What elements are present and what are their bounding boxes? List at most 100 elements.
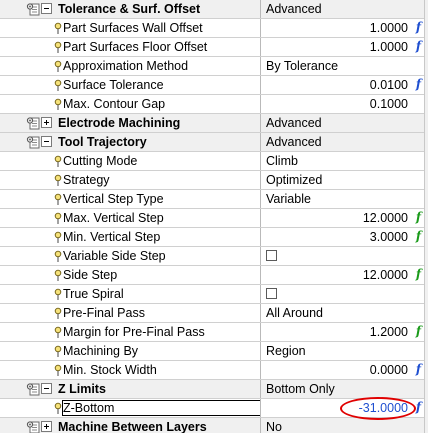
formula-icon[interactable]: f	[416, 324, 421, 339]
param-row-min-stock-width[interactable]: Min. Stock Width 0.0000 f	[0, 361, 428, 380]
pin-icon	[54, 307, 62, 319]
value-number[interactable]: 1.0000	[370, 21, 408, 35]
name-cell: Z Limits	[0, 380, 261, 398]
value-number[interactable]: 12.0000	[363, 268, 408, 282]
pin-icon	[54, 269, 62, 281]
param-row-surface-tolerance[interactable]: Surface Tolerance 0.0100 f	[0, 76, 428, 95]
section-label: Tool Trajectory	[58, 135, 147, 149]
value-text: Advanced	[266, 135, 322, 149]
value-cell[interactable]	[262, 285, 428, 303]
formula-icon[interactable]: f	[416, 20, 421, 35]
value-cell[interactable]: All Around	[262, 304, 428, 322]
collapse-toggle-icon[interactable]	[41, 383, 52, 394]
value-number[interactable]: 0.1000	[370, 97, 408, 111]
name-cell: Tolerance & Surf. Offset	[0, 0, 261, 18]
param-row-true-spiral[interactable]: True Spiral	[0, 285, 428, 304]
value-cell[interactable]: 0.0000 f	[262, 361, 428, 379]
value-cell[interactable]: Advanced	[262, 0, 428, 18]
value-number[interactable]: 12.0000	[363, 211, 408, 225]
checkbox[interactable]	[266, 250, 277, 261]
name-cell: Variable Side Step	[0, 247, 261, 265]
checkbox[interactable]	[266, 288, 277, 299]
value-cell[interactable]	[262, 247, 428, 265]
param-row-max-vertical-step[interactable]: Max. Vertical Step 12.0000 f	[0, 209, 428, 228]
value-cell[interactable]: By Tolerance	[262, 57, 428, 75]
param-row-part-surfaces-wall-offset[interactable]: Part Surfaces Wall Offset 1.0000 f	[0, 19, 428, 38]
formula-icon[interactable]: f	[416, 267, 421, 282]
name-cell: Machine Between Layers	[0, 418, 261, 433]
param-row-vertical-step-type[interactable]: Vertical Step Type Variable	[0, 190, 428, 209]
expand-toggle-icon[interactable]	[41, 117, 52, 128]
param-label: Min. Vertical Step	[63, 230, 161, 244]
param-row-strategy[interactable]: Strategy Optimized	[0, 171, 428, 190]
formula-icon[interactable]: f	[416, 400, 421, 415]
section-row-machine-between-layers[interactable]: Machine Between Layers No	[0, 418, 428, 433]
value-cell[interactable]: 1.2000 f	[262, 323, 428, 341]
name-cell: Min. Vertical Step	[0, 228, 261, 246]
section-settings-icon	[26, 3, 40, 16]
pin-icon	[54, 326, 62, 338]
name-cell: Min. Stock Width	[0, 361, 261, 379]
pin-icon	[54, 79, 62, 91]
param-row-min-vertical-step[interactable]: Min. Vertical Step 3.0000 f	[0, 228, 428, 247]
value-cell[interactable]: Bottom Only	[262, 380, 428, 398]
expand-toggle-icon[interactable]	[41, 421, 52, 432]
formula-icon[interactable]: f	[416, 229, 421, 244]
value-cell[interactable]: 1.0000 f	[262, 38, 428, 56]
value-number[interactable]: 1.2000	[370, 325, 408, 339]
value-number[interactable]: 1.0000	[370, 40, 408, 54]
param-row-cutting-mode[interactable]: Cutting Mode Climb	[0, 152, 428, 171]
pin-icon	[54, 364, 62, 376]
value-text: Climb	[266, 154, 298, 168]
value-number[interactable]: 3.0000	[370, 230, 408, 244]
param-label: Part Surfaces Floor Offset	[63, 40, 208, 54]
formula-icon[interactable]: f	[416, 362, 421, 377]
scrollbar-edge[interactable]	[424, 0, 428, 433]
param-label: Strategy	[63, 173, 110, 187]
param-row-pre-final-pass[interactable]: Pre-Final Pass All Around	[0, 304, 428, 323]
param-row-variable-side-step[interactable]: Variable Side Step	[0, 247, 428, 266]
param-row-approximation-method[interactable]: Approximation Method By Tolerance	[0, 57, 428, 76]
value-cell[interactable]: Variable	[262, 190, 428, 208]
formula-icon[interactable]: f	[416, 39, 421, 54]
param-row-side-step[interactable]: Side Step 12.0000 f	[0, 266, 428, 285]
collapse-toggle-icon[interactable]	[41, 136, 52, 147]
param-label: Max. Vertical Step	[63, 211, 164, 225]
value-number[interactable]: -31.0000	[359, 401, 408, 415]
section-row-tolerance-surf-offset[interactable]: Tolerance & Surf. Offset Advanced	[0, 0, 428, 19]
value-cell[interactable]: 3.0000 f	[262, 228, 428, 246]
value-number[interactable]: 0.0000	[370, 363, 408, 377]
formula-icon[interactable]: f	[416, 77, 421, 92]
param-row-z-bottom[interactable]: Z-Bottom -31.0000 f	[0, 399, 428, 418]
param-row-max-contour-gap[interactable]: Max. Contour Gap 0.1000	[0, 95, 428, 114]
param-row-margin-for-pre-final-pass[interactable]: Margin for Pre-Final Pass 1.2000 f	[0, 323, 428, 342]
value-text: No	[266, 420, 282, 433]
value-number[interactable]: 0.0100	[370, 78, 408, 92]
value-cell[interactable]: 12.0000 f	[262, 266, 428, 284]
value-cell[interactable]: Advanced	[262, 133, 428, 151]
value-cell[interactable]: 1.0000 f	[262, 19, 428, 37]
collapse-toggle-icon[interactable]	[41, 3, 52, 14]
section-row-electrode-machining[interactable]: Electrode Machining Advanced	[0, 114, 428, 133]
value-cell[interactable]: 0.1000	[262, 95, 428, 113]
formula-icon[interactable]: f	[416, 210, 421, 225]
value-cell[interactable]: Advanced	[262, 114, 428, 132]
value-cell[interactable]: Optimized	[262, 171, 428, 189]
section-settings-icon	[26, 117, 40, 130]
section-label: Tolerance & Surf. Offset	[58, 2, 201, 16]
value-cell[interactable]: 12.0000 f	[262, 209, 428, 227]
value-cell[interactable]: Climb	[262, 152, 428, 170]
section-row-tool-trajectory[interactable]: Tool Trajectory Advanced	[0, 133, 428, 152]
pin-icon	[54, 250, 62, 262]
value-cell[interactable]: -31.0000 f	[262, 399, 428, 417]
param-label: Side Step	[63, 268, 118, 282]
param-row-machining-by[interactable]: Machining By Region	[0, 342, 428, 361]
section-row-z-limits[interactable]: Z Limits Bottom Only	[0, 380, 428, 399]
param-row-part-surfaces-floor-offset[interactable]: Part Surfaces Floor Offset 1.0000 f	[0, 38, 428, 57]
param-label: Surface Tolerance	[63, 78, 164, 92]
param-label: Variable Side Step	[63, 249, 166, 263]
value-cell[interactable]: Region	[262, 342, 428, 360]
value-cell[interactable]: 0.0100 f	[262, 76, 428, 94]
pin-icon	[54, 22, 62, 34]
value-cell[interactable]: No	[262, 418, 428, 433]
